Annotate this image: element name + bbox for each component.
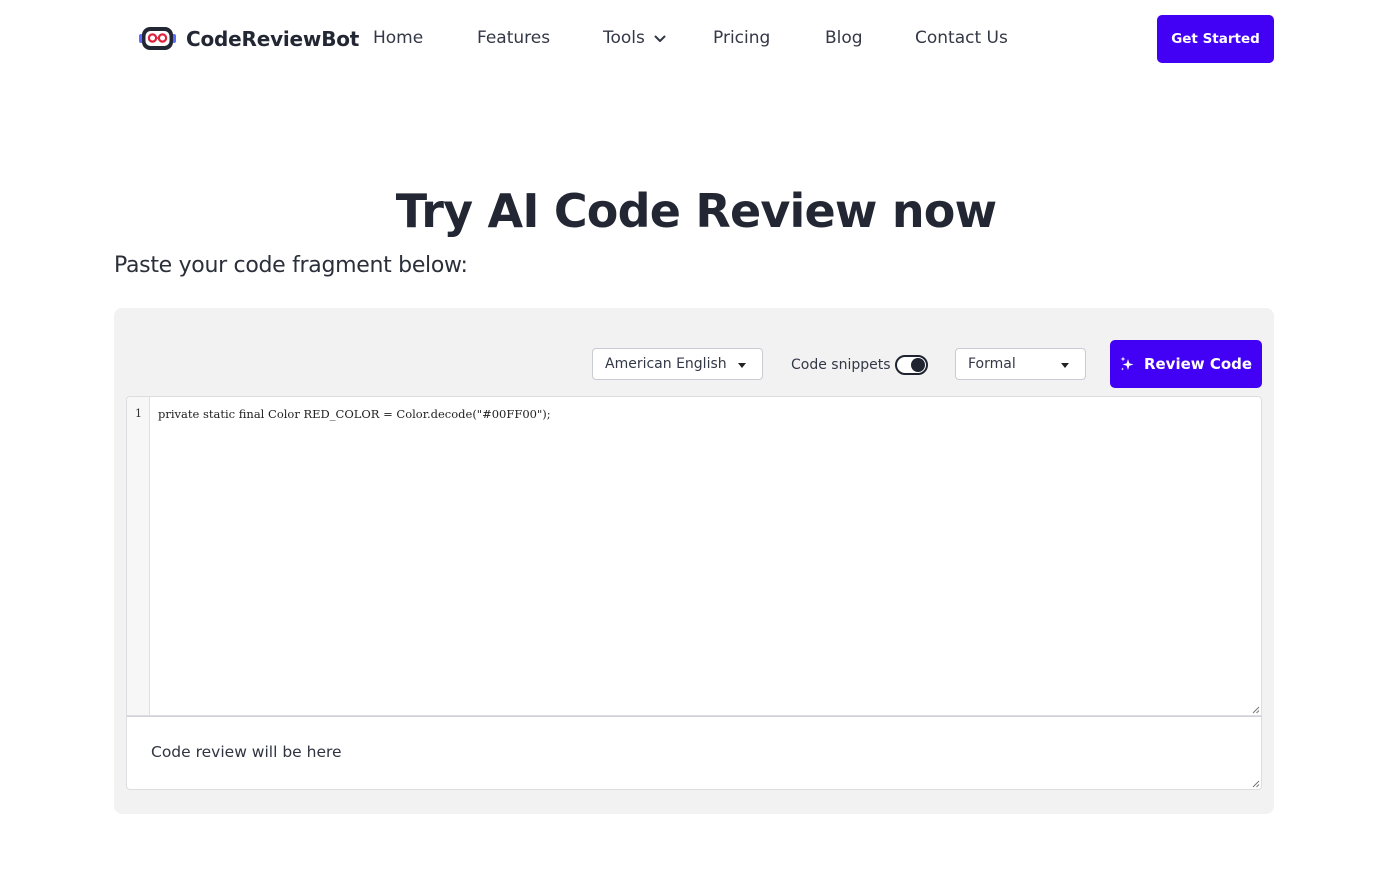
nav-pricing[interactable]: Pricing [713,28,770,48]
nav-contact-us[interactable]: Contact Us [915,28,1008,48]
brand-link[interactable]: CodeReviewBot [138,24,359,53]
code-review-panel: American English Code snippets Formal Re… [114,308,1274,814]
review-output[interactable]: Code review will be here [126,716,1262,790]
resize-handle-icon[interactable] [1251,705,1260,714]
tone-select[interactable]: Formal [955,348,1086,380]
code-snippets-control: Code snippets [791,353,928,377]
review-code-button[interactable]: Review Code [1110,340,1262,388]
page-subtitle: Paste your code fragment below: [114,253,468,278]
resize-handle-icon[interactable] [1251,779,1260,788]
get-started-button[interactable]: Get Started [1157,15,1274,63]
code-snippets-toggle[interactable] [894,355,928,375]
nav-blog[interactable]: Blog [825,28,863,48]
nav-features[interactable]: Features [477,28,550,48]
chevron-down-icon [654,35,666,42]
page-title: Try AI Code Review now [395,184,997,238]
code-editor[interactable]: 1 private static final Color RED_COLOR =… [126,396,1262,716]
language-select[interactable]: American English [592,348,763,380]
nav-tools-label: Tools [603,28,645,48]
tone-select-value: Formal [968,356,1016,372]
line-number-gutter: 1 [127,397,150,715]
line-number: 1 [135,407,142,420]
code-snippets-label: Code snippets [791,357,891,373]
navbar: CodeReviewBot Home Features Tools Pricin… [0,0,1392,78]
sparkle-icon [1120,356,1134,371]
brand-name: CodeReviewBot [186,26,360,51]
toggle-knob [910,358,925,372]
robot-face-icon [139,27,176,50]
nav-tools[interactable]: Tools [603,28,666,48]
code-line[interactable]: private static final Color RED_COLOR = C… [158,407,551,421]
review-output-placeholder: Code review will be here [151,743,342,761]
caret-down-icon [1061,363,1069,368]
nav-home[interactable]: Home [373,28,423,48]
language-select-value: American English [605,356,727,372]
caret-down-icon [738,363,746,368]
review-code-label: Review Code [1143,355,1253,373]
